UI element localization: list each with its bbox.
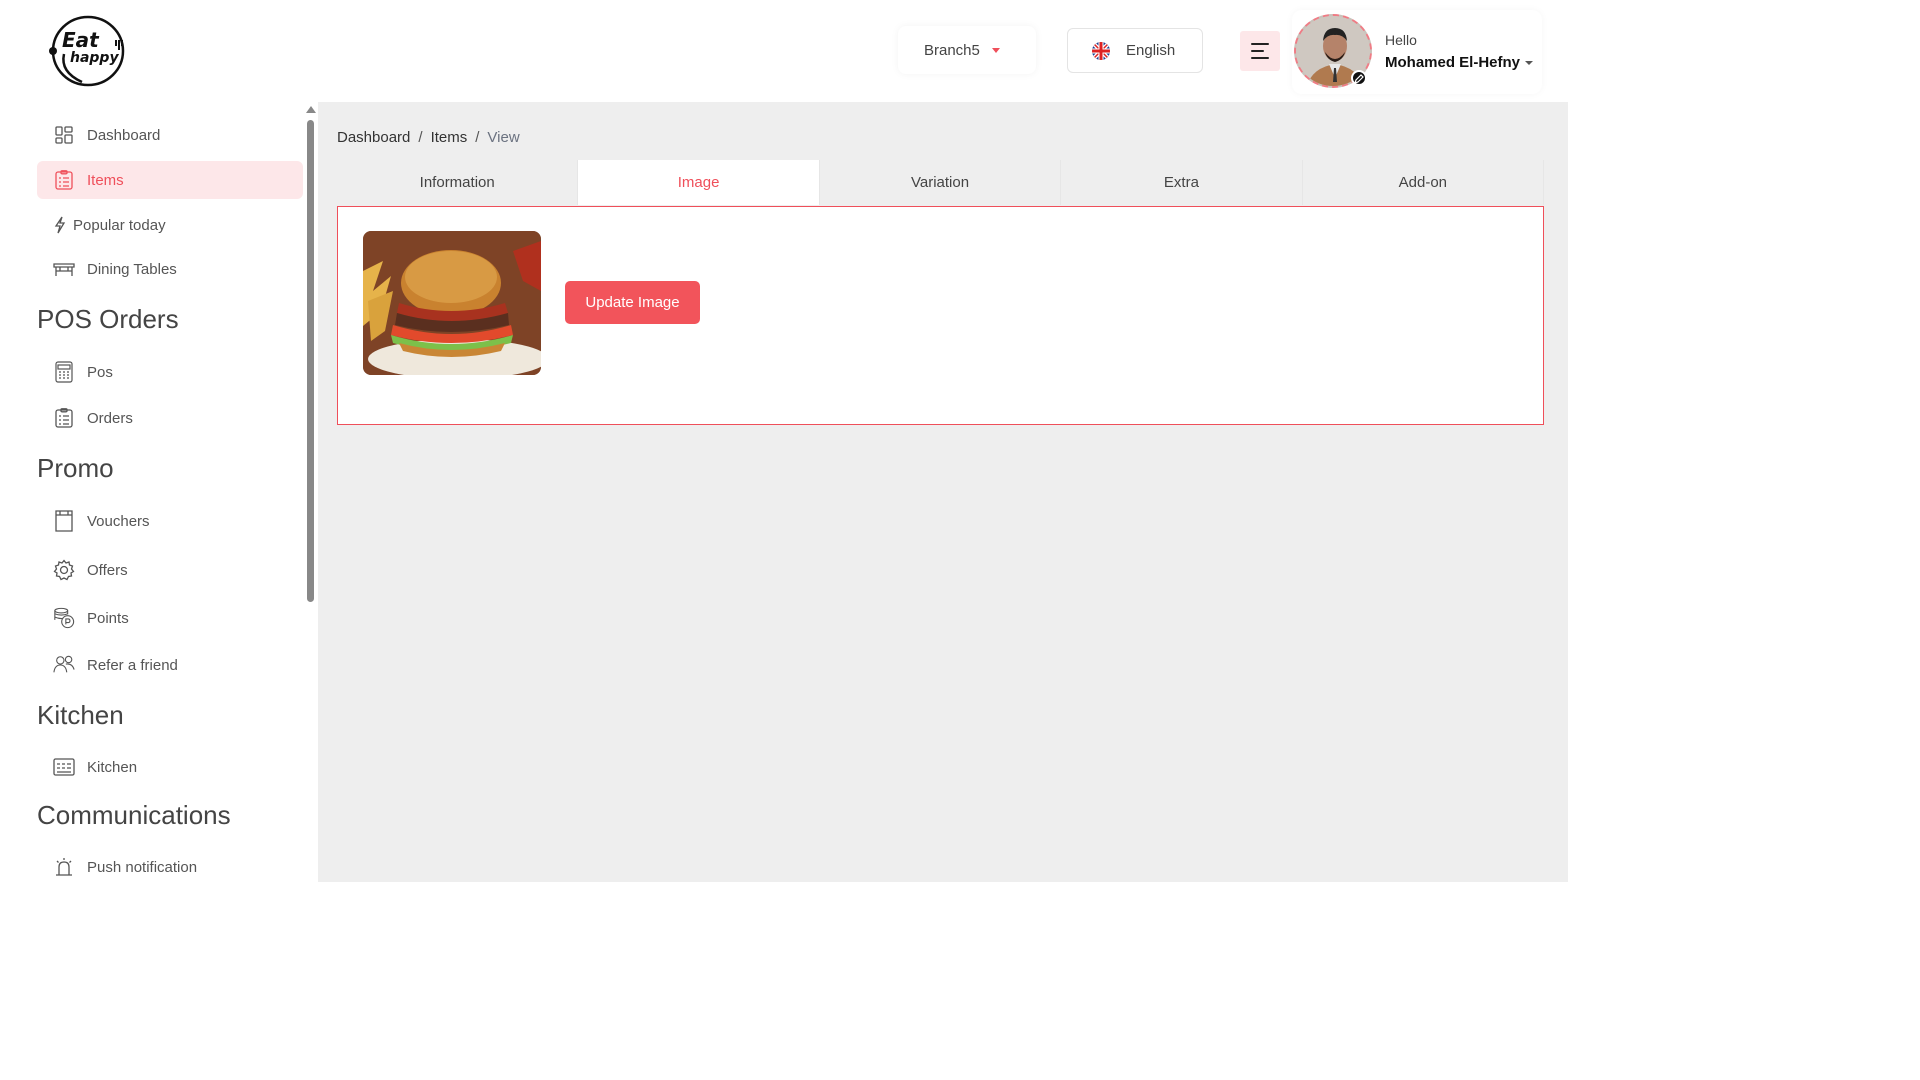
section-title-kitchen: Kitchen: [37, 700, 124, 730]
breadcrumb-items[interactable]: Items: [431, 129, 468, 146]
top-header: Eat happy Branch5 English Hello Mohamed …: [0, 0, 1568, 102]
menu-line: [1251, 50, 1264, 52]
breadcrumb: Dashboard / Items / View: [337, 129, 520, 146]
sidebar-item-label: Push notification: [87, 858, 198, 876]
breadcrumb-dashboard[interactable]: Dashboard: [337, 129, 410, 146]
points-icon: [53, 607, 75, 629]
item-tabs: Information Image Variation Extra Add-on: [337, 160, 1545, 205]
scrollbar-thumb[interactable]: [307, 120, 314, 602]
chevron-down-icon: [991, 47, 1000, 53]
orders-icon: [53, 407, 75, 429]
sidebar-item-label: Refer a friend: [87, 656, 178, 674]
sidebar-item-label: Orders: [87, 409, 133, 427]
chevron-down-icon: [1525, 60, 1534, 65]
branch-label: Branch5: [924, 41, 980, 59]
tab-information[interactable]: Information: [337, 160, 579, 205]
sidebar-item-label: Pos: [87, 363, 113, 381]
voucher-icon: [53, 510, 75, 532]
sidebar-item-refer-a-friend[interactable]: Refer a friend: [37, 646, 303, 684]
image-panel: Update Image: [337, 206, 1544, 425]
sidebar-item-popular-today[interactable]: Popular today: [37, 206, 303, 244]
breadcrumb-current: View: [487, 129, 520, 146]
item-image: [363, 231, 541, 375]
sidebar-item-label: Points: [87, 609, 129, 627]
tab-add-on[interactable]: Add-on: [1302, 160, 1545, 205]
edit-avatar-icon[interactable]: [1351, 70, 1367, 86]
greeting-text: Hello: [1385, 32, 1417, 48]
offers-icon: [53, 559, 75, 581]
sidebar-item-dashboard[interactable]: Dashboard: [37, 116, 303, 154]
section-title-communications: Communications: [37, 800, 231, 830]
user-name[interactable]: Mohamed El-Hefny: [1385, 54, 1534, 71]
dashboard-icon: [53, 124, 75, 146]
main-content: Dashboard / Items / View Information Ima…: [318, 102, 1568, 882]
section-title-pos-orders: POS Orders: [37, 304, 179, 334]
update-image-button[interactable]: Update Image: [565, 281, 700, 324]
sidebar-item-offers[interactable]: Offers: [37, 551, 303, 589]
svg-text:happy: happy: [70, 50, 119, 66]
sidebar-item-label: Dashboard: [87, 126, 161, 144]
sidebar-item-vouchers[interactable]: Vouchers: [37, 502, 303, 540]
tab-extra[interactable]: Extra: [1061, 160, 1303, 205]
sidebar-item-pos[interactable]: Pos: [37, 353, 303, 391]
language-selector[interactable]: English: [1067, 28, 1203, 73]
pos-icon: [53, 361, 75, 383]
hamburger-menu-button[interactable]: [1240, 31, 1280, 71]
user-name-label: Mohamed El-Hefny: [1385, 54, 1521, 71]
sidebar-item-push-notification[interactable]: Push notification: [37, 848, 303, 882]
sidebar-item-label: Vouchers: [87, 512, 150, 530]
sidebar-item-dining-tables[interactable]: Dining Tables: [37, 250, 303, 288]
scroll-up-arrow-icon[interactable]: [306, 106, 316, 113]
sidebar-item-orders[interactable]: Orders: [37, 399, 303, 437]
tab-variation[interactable]: Variation: [819, 160, 1062, 205]
sidebar: Dashboard Items Popular today Dining Tab…: [0, 102, 318, 882]
eat-happy-logo[interactable]: Eat happy: [46, 14, 128, 88]
sidebar-item-items[interactable]: Items: [37, 161, 303, 199]
items-icon: [53, 169, 75, 191]
tab-image[interactable]: Image: [578, 160, 820, 205]
svg-text:Eat: Eat: [62, 28, 100, 52]
sidebar-item-label: Offers: [87, 561, 128, 579]
table-icon: [53, 258, 75, 280]
menu-line: [1251, 57, 1269, 59]
kitchen-icon: [53, 756, 75, 778]
refer-icon: [53, 654, 75, 676]
sidebar-item-label: Kitchen: [87, 758, 138, 776]
breadcrumb-separator: /: [475, 129, 480, 146]
user-profile-dropdown[interactable]: Hello Mohamed El-Hefny: [1292, 10, 1542, 94]
branch-selector[interactable]: Branch5: [898, 26, 1036, 74]
breadcrumb-separator: /: [418, 129, 423, 146]
uk-flag-icon: [1092, 41, 1110, 60]
section-title-promo: Promo: [37, 453, 114, 483]
sidebar-item-points[interactable]: Points: [37, 599, 303, 637]
bell-icon: [53, 856, 75, 878]
sidebar-item-label: Items: [87, 171, 124, 189]
menu-line: [1251, 43, 1269, 45]
lightning-icon: [53, 214, 67, 236]
sidebar-item-label: Dining Tables: [87, 260, 177, 278]
sidebar-item-kitchen[interactable]: Kitchen: [37, 748, 303, 786]
language-label: English: [1126, 42, 1176, 59]
sidebar-scrollbar[interactable]: [304, 102, 316, 882]
sidebar-item-label: Popular today: [73, 216, 166, 234]
